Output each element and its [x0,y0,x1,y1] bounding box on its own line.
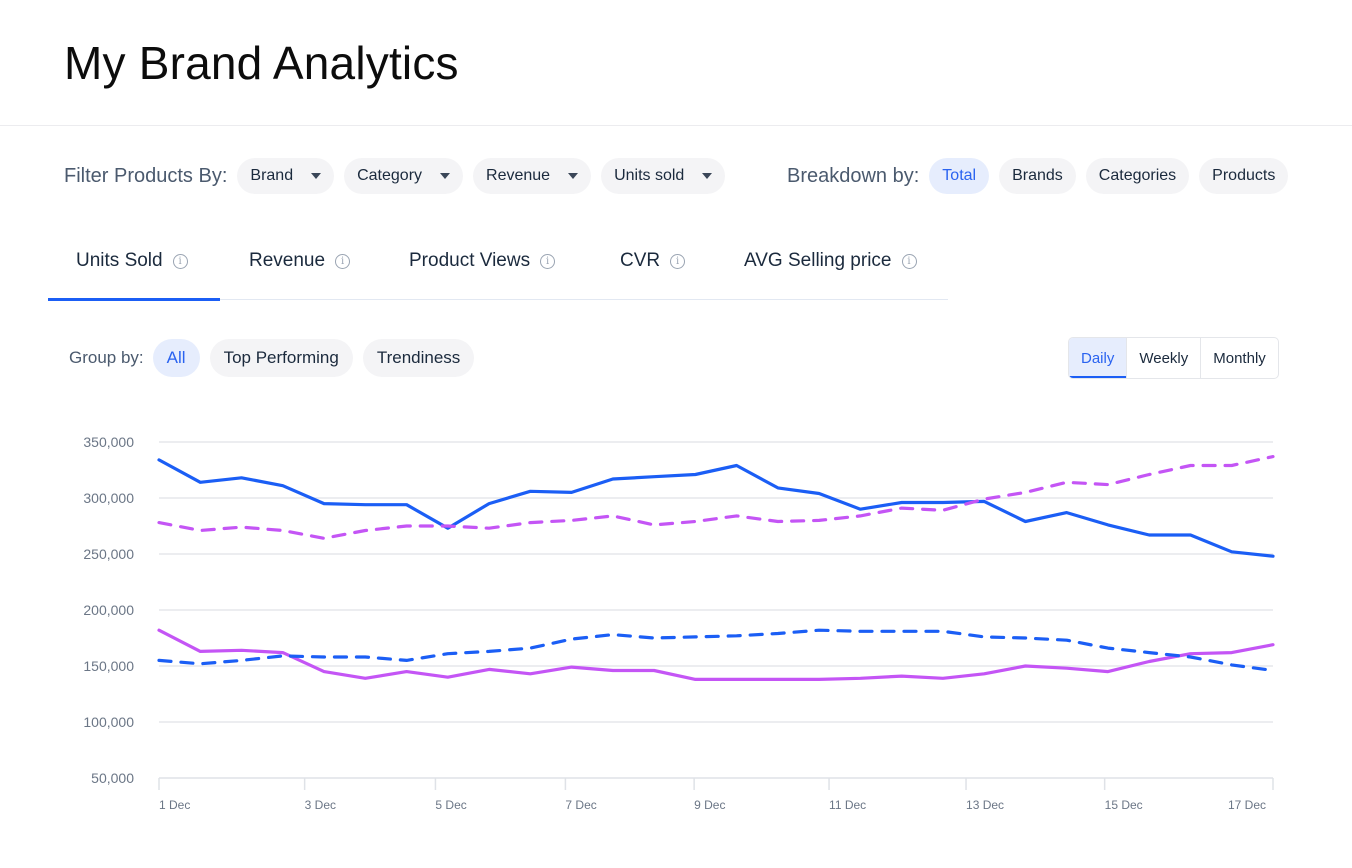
caret-down-icon [440,173,451,179]
y-tick-label: 50,000 [91,770,134,786]
breakdown-label: Breakdown by: [787,164,920,187]
breakdown-total-chip[interactable]: Total [929,158,990,194]
group-all-chip[interactable]: All [152,339,200,377]
category-dropdown[interactable]: Category [344,158,464,194]
units-sold-dropdown-label: Units sold [614,167,685,184]
brand-dropdown-label: Brand [250,167,294,184]
group-by-bar: Group by: All Top Performing Trendiness [69,339,484,377]
x-tick-label: 3 Dec [305,798,336,812]
page-title: My Brand Analytics [64,37,459,89]
x-tick-label: 11 Dec [829,798,866,812]
caret-down-icon [702,173,713,179]
y-tick-label: 250,000 [83,546,134,562]
tab-units-sold[interactable]: Units Sold i [48,238,220,301]
x-tick-label: 9 Dec [694,798,725,812]
tab-revenue-label: Revenue [249,250,326,271]
period-monthly-button[interactable]: Monthly [1201,338,1278,378]
units-sold-chart: 350,000 300,000 250,000 200,000 150,000 100,0… [0,420,1352,840]
breakdown-products-chip[interactable]: Products [1199,158,1289,194]
page-header: My Brand Analytics [0,0,1352,126]
info-icon[interactable]: i [670,254,686,269]
caret-down-icon [311,173,322,179]
tab-units-sold-label: Units Sold [76,250,163,271]
x-axis: 1 Dec 3 Dec 5 Dec 7 Dec 9 Dec 11 Dec 13 Dec 15 … [158,777,1274,812]
series-lines [157,454,1275,681]
revenue-dropdown-label: Revenue [486,167,551,184]
x-tick-label: 15 Dec [1105,798,1143,812]
x-tick-label: 13 Dec [966,798,1004,812]
line-chart: 350,000 300,000 250,000 200,000 150,000 100,0… [83,434,1275,812]
group-by-label: Group by: [69,348,144,367]
brand-dropdown[interactable]: Brand [237,158,335,194]
period-daily-button[interactable]: Daily [1069,338,1128,378]
tab-avg-selling-price-label: AVG Selling price [744,250,892,271]
x-tick-label: 7 Dec [565,798,596,812]
filter-label: Filter Products By: [64,164,228,187]
group-trendiness-chip[interactable]: Trendiness [362,339,475,377]
y-axis: 350,000 300,000 250,000 200,000 150,000 100,0… [83,434,134,786]
filter-bar: Filter Products By: Brand Category Reven… [64,158,735,194]
y-tick-label: 300,000 [83,490,134,506]
info-icon[interactable]: i [172,254,188,269]
tab-product-views[interactable]: Product Views i [380,238,590,300]
metric-tabs: Units Sold i Revenue i Product Views i C… [48,238,948,301]
y-tick-label: 200,000 [83,602,134,618]
info-icon[interactable]: i [540,254,556,269]
tab-cvr[interactable]: CVR i [590,238,714,300]
period-weekly-button[interactable]: Weekly [1127,338,1202,378]
category-dropdown-label: Category [357,167,423,184]
tab-product-views-label: Product Views [409,250,531,271]
series-line-4 [157,628,1275,673]
tab-revenue[interactable]: Revenue i [220,238,380,300]
y-tick-label: 150,000 [83,658,134,674]
period-toggle: Daily Weekly Monthly [1068,337,1279,379]
revenue-dropdown[interactable]: Revenue [473,158,592,194]
series-line-1 [157,458,1275,558]
y-tick-label: 100,000 [83,714,134,730]
y-tick-label: 350,000 [83,434,134,450]
tab-cvr-label: CVR [620,250,661,271]
tab-avg-selling-price[interactable]: AVG Selling price i [714,238,948,300]
x-tick-label: 1 Dec [159,798,190,812]
units-sold-dropdown[interactable]: Units sold [601,158,726,194]
x-tick-label: 5 Dec [435,798,466,812]
breakdown-bar: Breakdown by: Total Brands Categories Pr… [787,158,1298,194]
x-tick-label: 17 Dec [1228,798,1266,812]
breakdown-categories-chip[interactable]: Categories [1085,158,1190,194]
info-icon[interactable]: i [335,254,351,269]
group-top-performing-chip[interactable]: Top Performing [209,339,353,377]
breakdown-brands-chip[interactable]: Brands [999,158,1076,194]
info-icon[interactable]: i [901,254,917,269]
caret-down-icon [568,173,579,179]
